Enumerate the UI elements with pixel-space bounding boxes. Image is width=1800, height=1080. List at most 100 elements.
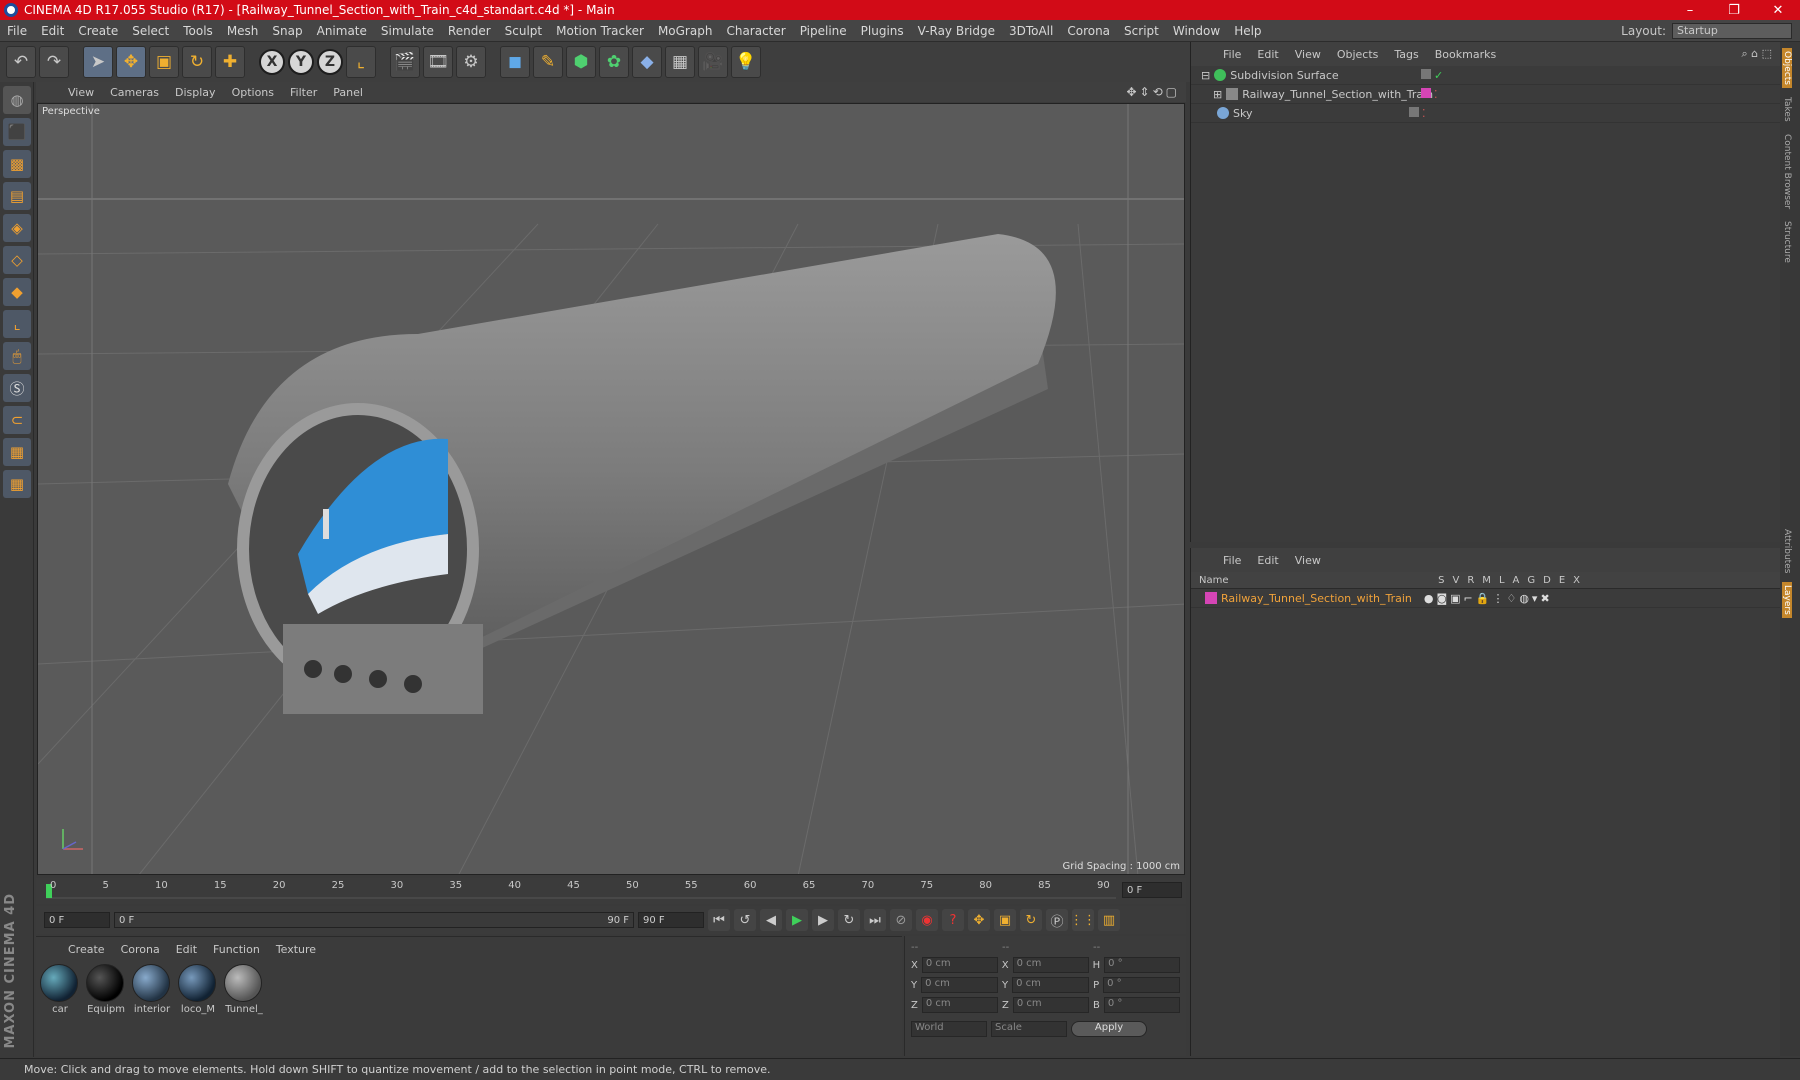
objects-menu-file[interactable]: File [1215,48,1249,61]
end-frame-field[interactable]: 90 F [638,912,704,928]
rotation-h-field[interactable]: 0 ° [1104,957,1181,973]
size-x-field[interactable]: 0 cm [1012,957,1089,973]
layer-col-manager[interactable]: M [1482,575,1491,586]
object-row[interactable]: ⊟ Subdivision Surface ✓ [1191,66,1780,85]
points-mode-icon[interactable]: ◈ [3,214,31,242]
tab-takes[interactable]: Takes [1782,94,1792,125]
magnet-icon[interactable]: ⊂ [3,406,31,434]
cube-icon[interactable]: ◼ [500,46,530,78]
material-menu-create[interactable]: Create [60,943,113,956]
position-key-icon[interactable]: ✥ [968,909,990,931]
layout-dropdown[interactable]: Startup [1672,22,1792,39]
layer-col-expressions[interactable]: E [1559,575,1565,586]
size-z-field[interactable]: 0 cm [1012,997,1089,1013]
menu-3dtoall[interactable]: 3DToAll [1002,24,1060,38]
timeline-window-icon[interactable]: ▥ [1098,909,1120,931]
tab-layers[interactable]: Layers [1782,582,1792,618]
menu-simulate[interactable]: Simulate [374,24,441,38]
tab-content-browser[interactable]: Content Browser [1782,131,1792,212]
menu-snap[interactable]: Snap [265,24,309,38]
layer-col-animation[interactable]: A [1513,575,1520,586]
menu-file[interactable]: File [0,24,34,38]
undo-icon[interactable]: ↶ [6,46,36,78]
frame-range-slider[interactable]: 0 F 90 F [114,912,634,928]
select-icon[interactable]: ➤ [83,46,113,78]
object-row[interactable]: ⊞ Railway_Tunnel_Section_with_Train ⁚ [1191,85,1780,104]
menu-animate[interactable]: Animate [310,24,374,38]
z-axis-button[interactable]: Z [317,49,343,75]
material-swatch[interactable]: Tunnel_ [224,964,264,1015]
go-to-start-icon[interactable]: ⏮ [708,909,730,931]
tweak-mode-icon[interactable]: 🖱 [3,342,31,370]
menu-mograph[interactable]: MoGraph [651,24,720,38]
layer-col-locked[interactable]: L [1499,575,1505,586]
apply-button[interactable]: Apply [1071,1021,1147,1037]
scale-key-icon[interactable]: ▣ [994,909,1016,931]
viewport-menu-filter[interactable]: Filter [282,86,325,99]
render-settings-icon[interactable]: ⚙ [456,46,486,78]
current-frame-field[interactable]: 0 F [1122,882,1182,898]
layer-col-view[interactable]: V [1453,575,1460,586]
keyframe-selection-icon[interactable]: ? [942,909,964,931]
layer-tag-icon[interactable] [1421,68,1431,79]
menu-edit[interactable]: Edit [34,24,71,38]
size-y-field[interactable]: 0 cm [1012,977,1090,993]
autokey-icon[interactable]: ◉ [916,909,938,931]
material-menu-edit[interactable]: Edit [168,943,205,956]
collapse-icon[interactable]: ⊟ [1201,69,1210,82]
menu-render[interactable]: Render [441,24,498,38]
menu-motion-tracker[interactable]: Motion Tracker [549,24,651,38]
parameter-key-icon[interactable]: Ⓟ [1046,909,1068,931]
objects-menu-edit[interactable]: Edit [1249,48,1286,61]
y-axis-button[interactable]: Y [288,49,314,75]
tab-attributes[interactable]: Attributes [1782,526,1792,576]
material-menu-function[interactable]: Function [205,943,268,956]
light-icon[interactable]: 💡 [731,46,761,78]
snap-icon[interactable]: Ⓢ [3,374,31,402]
play-icon[interactable]: ▶ [786,909,808,931]
tab-objects[interactable]: Objects [1782,48,1792,89]
maximize-button[interactable]: ❐ [1712,3,1756,18]
search-icon[interactable]: ⌕ ⌂ ⬚ [1733,47,1780,61]
viewport-menu-view[interactable]: View [60,86,102,99]
enabled-check-icon[interactable]: ✓ [1434,69,1443,82]
object-row[interactable]: Sky ⁚ [1191,104,1780,123]
rotation-b-field[interactable]: 0 ° [1103,997,1181,1013]
menu-create[interactable]: Create [71,24,125,38]
render-picture-icon[interactable]: 🎞 [423,46,453,78]
layer-col-solo[interactable]: S [1438,575,1444,586]
array-icon[interactable]: ✿ [599,46,629,78]
previous-frame-icon[interactable]: ◀ [760,909,782,931]
layer-col-generators[interactable]: G [1527,575,1535,586]
coordinate-system-icon[interactable]: ⌞ [346,46,376,78]
layers-menu-edit[interactable]: Edit [1249,554,1286,567]
layer-flags-icons[interactable]: ●◙▣⌐🔒⋮♢◍▾✖ [1424,592,1553,605]
layer-col-deformers[interactable]: D [1543,575,1551,586]
previous-key-icon[interactable]: ↺ [734,909,756,931]
redo-icon[interactable]: ↷ [39,46,69,78]
texture-mode-icon[interactable]: ▩ [3,150,31,178]
material-swatch[interactable]: Equipm [86,964,126,1015]
layer-tag-icon[interactable] [1409,106,1419,117]
workplane-icon[interactable]: ▤ [3,182,31,210]
tab-structure[interactable]: Structure [1782,218,1792,266]
menu-window[interactable]: Window [1166,24,1227,38]
viewport-menu-panel[interactable]: Panel [325,86,371,99]
start-frame-field[interactable]: 0 F [44,912,110,928]
objects-menu-bookmarks[interactable]: Bookmarks [1427,48,1504,61]
menu-corona[interactable]: Corona [1060,24,1117,38]
deformer-icon[interactable]: ◆ [632,46,662,78]
menu-select[interactable]: Select [125,24,176,38]
layer-color-icon[interactable] [1205,592,1217,604]
layer-col-xref[interactable]: X [1573,575,1580,586]
floor-icon[interactable]: ▦ [665,46,695,78]
go-to-end-icon[interactable]: ⏭ [864,909,886,931]
position-x-field[interactable]: 0 cm [921,957,998,973]
record-keys-icon[interactable]: ⊘ [890,909,912,931]
objects-menu-tags[interactable]: Tags [1386,48,1426,61]
menu-sculpt[interactable]: Sculpt [498,24,549,38]
menu-script[interactable]: Script [1117,24,1166,38]
axis-mode-icon[interactable]: ⌞ [3,310,31,338]
layer-row[interactable]: Railway_Tunnel_Section_with_Train ●◙▣⌐🔒⋮… [1191,589,1780,608]
make-editable-icon[interactable]: ◍ [3,86,31,114]
